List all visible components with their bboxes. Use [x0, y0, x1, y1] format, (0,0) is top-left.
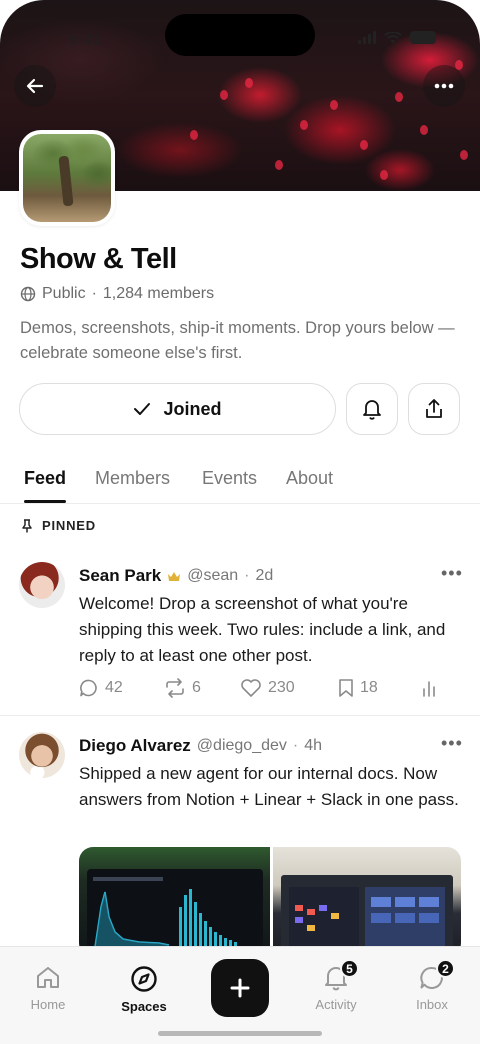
plus-icon — [230, 978, 250, 998]
post-header: Sean Park @sean · 2d — [79, 566, 273, 586]
arrow-left-icon — [26, 78, 44, 94]
post-text: Welcome! Drop a screenshot of what you'r… — [79, 594, 446, 665]
status-time: 9:41 — [68, 30, 103, 49]
reply-count: 42 — [105, 679, 123, 696]
visibility-label: Public — [42, 285, 86, 302]
bottom-tab-bar: Home Spaces 5 Activity 2 Inbox — [0, 946, 480, 1044]
tab-activity[interactable]: 5 Activity — [296, 959, 376, 1012]
home-indicator — [158, 1031, 322, 1036]
more-horizontal-icon — [434, 83, 454, 89]
repost-icon — [166, 678, 184, 698]
like-button[interactable]: 230 — [240, 678, 295, 698]
tab-home[interactable]: Home — [8, 965, 88, 1012]
heart-icon — [241, 679, 261, 697]
pinned-header: PINNED — [22, 518, 96, 533]
inbox-badge: 2 — [436, 959, 455, 978]
member-count: 1,284 members — [102, 285, 215, 302]
analytics-button[interactable] — [421, 679, 437, 697]
post-media[interactable] — [79, 847, 461, 957]
reply-button[interactable]: 42 — [79, 678, 123, 698]
like-count: 230 — [268, 679, 295, 696]
repost-button[interactable]: 6 — [164, 678, 201, 698]
status-icons — [358, 31, 436, 44]
pin-icon — [22, 518, 32, 532]
dashboard-thumbnail — [87, 869, 263, 957]
more-options-button[interactable] — [423, 65, 465, 107]
author-handle[interactable]: @sean — [187, 567, 238, 585]
pinned-label: PINNED — [42, 518, 96, 533]
compose-button[interactable] — [211, 959, 269, 1017]
space-tabs: Feed Members Events About — [0, 460, 480, 504]
check-icon — [134, 403, 151, 415]
share-icon — [426, 399, 442, 418]
bar-chart-icon — [423, 681, 435, 697]
media-image-chart[interactable] — [79, 847, 270, 957]
meta-separator: · — [91, 285, 97, 302]
activity-badge: 5 — [340, 959, 359, 978]
bookmark-count: 18 — [360, 679, 378, 696]
dynamic-island — [165, 14, 315, 56]
tab-about[interactable]: About — [286, 468, 333, 489]
globe-icon — [20, 286, 36, 302]
joined-button[interactable]: Joined — [19, 383, 336, 435]
joined-label: Joined — [163, 398, 222, 419]
bookmark-icon — [339, 679, 353, 697]
space-description: Demos, screenshots, ship-it moments. Dro… — [20, 319, 455, 362]
post-divider — [0, 715, 480, 716]
avatar[interactable] — [19, 562, 65, 608]
home-icon — [37, 967, 59, 988]
space-avatar-photo — [23, 134, 111, 222]
dot-separator: · — [244, 567, 250, 584]
author-name[interactable]: Sean Park — [79, 566, 161, 586]
post-more-button[interactable]: ••• — [441, 563, 463, 584]
bell-icon — [363, 400, 381, 420]
back-button[interactable] — [14, 65, 56, 107]
bookmark-button[interactable]: 18 — [338, 678, 378, 698]
crown-icon — [168, 571, 181, 581]
compass-icon — [131, 966, 157, 992]
post-time: 4h — [304, 737, 323, 754]
post-time: 2d — [255, 567, 274, 584]
media-image-desk[interactable] — [273, 847, 461, 957]
wifi-icon — [384, 31, 402, 43]
post-more-button[interactable]: ••• — [441, 733, 463, 754]
tab-spaces-label: Spaces — [121, 999, 167, 1014]
tab-home-label: Home — [30, 997, 66, 1012]
tab-members[interactable]: Members — [95, 468, 170, 489]
author-handle[interactable]: @diego_dev — [197, 737, 287, 755]
battery-icon — [410, 31, 436, 44]
repost-count: 6 — [192, 679, 201, 696]
signal-icon — [358, 31, 376, 44]
comment-icon — [80, 679, 97, 697]
tab-activity-label: Activity — [315, 997, 357, 1012]
space-meta: Public · 1,284 members — [20, 285, 214, 303]
notifications-button[interactable] — [346, 383, 398, 435]
tab-inbox[interactable]: 2 Inbox — [392, 959, 472, 1012]
monitor-thumbnail — [281, 875, 453, 957]
post-actions: 42 6 230 18 — [79, 676, 449, 700]
tab-feed[interactable]: Feed — [24, 468, 66, 489]
post-header: Diego Alvarez @diego_dev · 4h — [79, 736, 322, 756]
active-tab-indicator — [24, 500, 66, 503]
post-text: Shipped a new agent for our internal doc… — [79, 764, 459, 809]
avatar[interactable] — [19, 732, 65, 778]
tab-inbox-label: Inbox — [416, 997, 448, 1012]
tab-events[interactable]: Events — [202, 468, 257, 489]
share-button[interactable] — [408, 383, 460, 435]
status-bar: 9:41 — [0, 0, 480, 60]
tab-spaces[interactable]: Spaces — [104, 965, 184, 1014]
author-name[interactable]: Diego Alvarez — [79, 736, 191, 756]
space-title: Show & Tell — [20, 243, 177, 275]
dot-separator: · — [292, 737, 299, 754]
space-avatar — [19, 130, 115, 226]
